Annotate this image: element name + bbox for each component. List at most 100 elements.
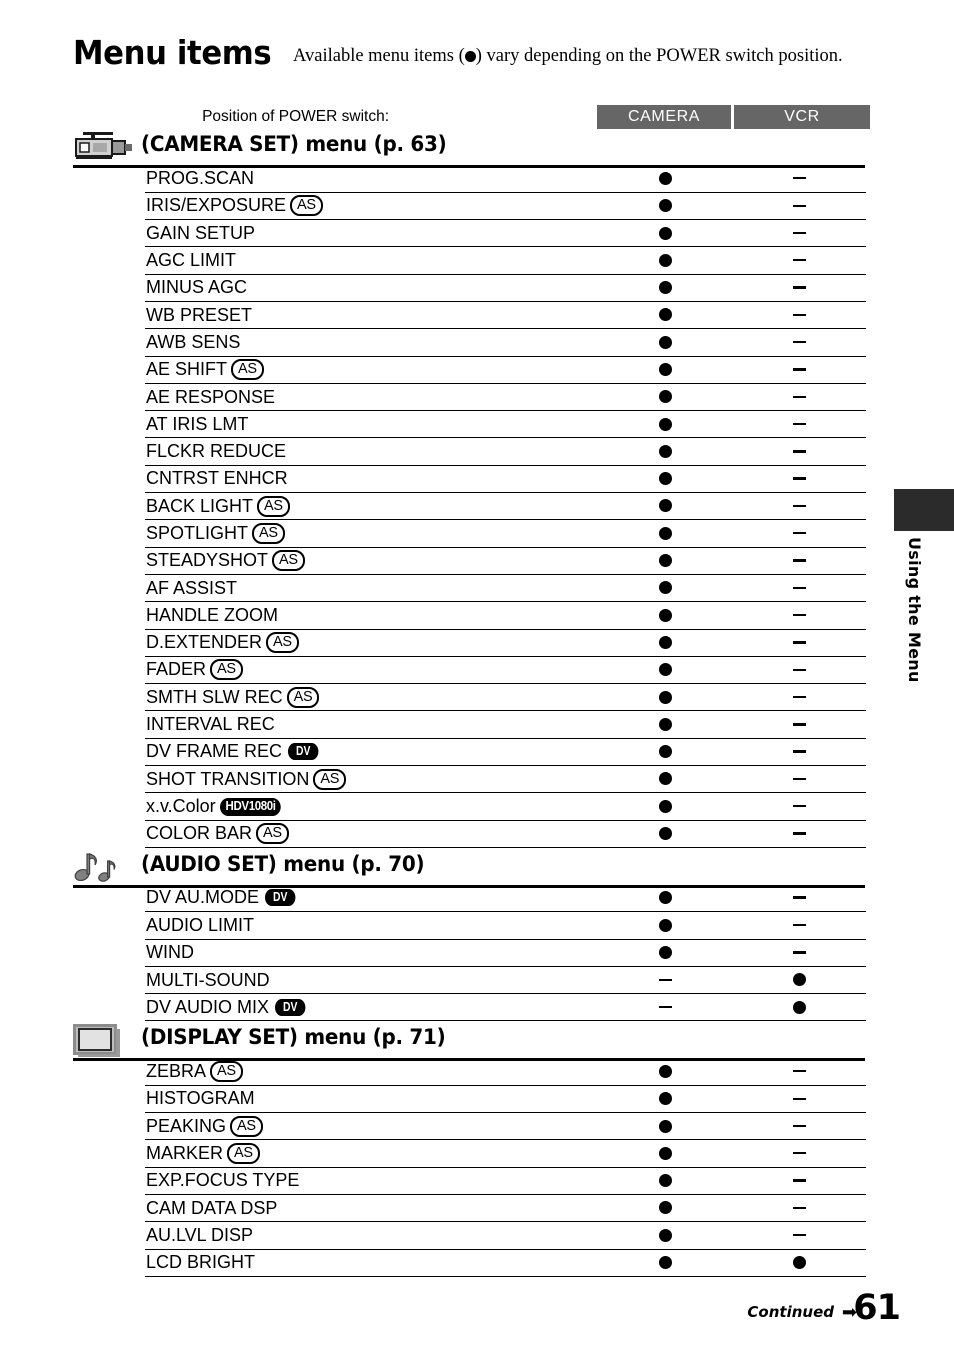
vcr-availability-cell [732, 492, 866, 521]
unavailable-dash-icon-vcr [792, 313, 806, 317]
table-row: DV AUDIO MIX DV [73, 993, 866, 1022]
table-row: INTERVAL REC [73, 710, 866, 739]
menu-item-label: WB PRESET [145, 301, 598, 330]
available-dot-icon-camera [658, 1092, 672, 1106]
vcr-availability-cell [732, 301, 866, 330]
vcr-availability-cell [732, 437, 866, 466]
row-indent [73, 939, 145, 966]
unavailable-dash-icon-vcr [792, 750, 806, 753]
section-heading-2: (DISPLAY SET) menu (p. 71) [73, 1024, 865, 1061]
vcr-availability-cell [732, 1221, 866, 1250]
menu-item-label: SHOT TRANSITION AS [145, 765, 598, 794]
available-dot-icon-camera [658, 499, 672, 513]
available-dot-icon-camera [658, 390, 672, 404]
table-row: AWB SENS [73, 328, 866, 357]
table-row: CAM DATA DSP [73, 1194, 866, 1223]
as-badge: AS [272, 550, 305, 572]
vcr-availability-cell [732, 328, 866, 357]
column-header-vcr: VCR [734, 105, 870, 129]
unavailable-dash-icon-vcr [792, 477, 806, 480]
available-dot-icon-camera [658, 1146, 672, 1160]
unavailable-dash-icon-vcr [792, 1097, 806, 1100]
available-dot-icon-camera [658, 772, 672, 786]
table-row: MINUS AGC [73, 274, 866, 302]
available-dot-icon-camera [658, 608, 672, 622]
unavailable-dash-icon-vcr [792, 832, 806, 835]
menu-item-label: x.v.Color HDV1080i [145, 792, 598, 821]
menu-item-label: AF ASSIST [145, 574, 598, 603]
page-footer: Continued ➡ 61 [600, 1289, 901, 1330]
camera-availability-cell [598, 993, 732, 1022]
menu-item-label: D.EXTENDER AS [145, 629, 598, 657]
available-dot-icon-camera [658, 199, 672, 213]
camera-availability-cell [598, 738, 732, 767]
menu-item-label: FLCKR REDUCE [145, 437, 598, 466]
side-tab-label: Using the Menu [905, 537, 924, 683]
as-badge: AS [256, 823, 289, 845]
unavailable-dash-icon-vcr [792, 286, 806, 289]
camera-availability-cell [598, 820, 732, 848]
table-row: STEADYSHOT AS [73, 547, 866, 575]
available-dot-icon-camera [658, 281, 672, 295]
dv-badge: DV [275, 998, 306, 1016]
table-row: PEAKING AS [73, 1112, 866, 1141]
menu-item-label: LCD BRIGHT [145, 1249, 598, 1277]
unavailable-dash-icon-vcr [792, 586, 806, 590]
menu-item-label: DV AU.MODE DV [145, 884, 598, 913]
available-dot-icon-camera [658, 663, 672, 677]
screen-icon [73, 1024, 120, 1057]
dv-badge: DV [265, 889, 296, 907]
intro-text-after: ) vary depending on the POWER switch pos… [475, 46, 843, 66]
menu-item-label: ZEBRA AS [145, 1058, 598, 1086]
menu-item-label: CNTRST ENHCR [145, 465, 598, 494]
as-badge: AS [210, 1060, 243, 1082]
unavailable-dash-icon-vcr [792, 1206, 806, 1210]
table-row: MULTI-SOUND [73, 966, 866, 995]
camera-availability-cell [598, 192, 732, 221]
vcr-availability-cell [732, 465, 866, 494]
vcr-availability-cell [732, 547, 866, 575]
available-dot-icon-camera [658, 827, 672, 841]
row-indent [73, 301, 145, 328]
camera-availability-cell [598, 219, 732, 248]
available-dot-icon-camera [658, 526, 672, 540]
row-indent [73, 711, 145, 738]
camera-availability-cell [598, 792, 732, 821]
row-indent [73, 356, 145, 383]
as-badge: AS [231, 359, 264, 381]
unavailable-dash-icon-vcr [792, 259, 806, 262]
available-dot-icon-vcr [792, 1000, 806, 1014]
row-indent [73, 192, 145, 219]
vcr-availability-cell [732, 274, 866, 302]
row-indent [73, 329, 145, 356]
table-row: CNTRST ENHCR [73, 465, 866, 494]
menu-item-label: GAIN SETUP [145, 219, 598, 248]
available-dot-icon-camera [658, 417, 672, 431]
row-indent [73, 738, 145, 765]
table-row: AE RESPONSE [73, 383, 866, 412]
music-notes-icon [74, 852, 116, 882]
menu-item-label: MINUS AGC [145, 274, 598, 302]
menu-item-label: AUDIO LIMIT [145, 911, 598, 940]
unavailable-dash-icon-vcr [792, 231, 806, 235]
unavailable-dash-icon-vcr [792, 1152, 806, 1155]
menu-item-label: INTERVAL REC [145, 710, 598, 739]
available-dot-icon-camera [658, 690, 672, 704]
as-badge: AS [227, 1143, 260, 1165]
music-notes-icon-wrap [73, 851, 125, 888]
menu-item-label: COLOR BAR AS [145, 820, 598, 848]
intro-paragraph: Available menu items () vary depending o… [293, 44, 868, 69]
unavailable-dash-icon-vcr [792, 532, 806, 535]
unavailable-dash-icon-vcr [792, 1069, 806, 1073]
unavailable-dash-icon-vcr [792, 668, 806, 671]
camcorder-icon [75, 132, 132, 159]
table-row: SPOTLIGHT AS [73, 519, 866, 548]
vcr-availability-cell [732, 656, 866, 685]
vcr-availability-cell [732, 1249, 866, 1277]
row-indent [73, 912, 145, 939]
camera-availability-cell [598, 465, 732, 494]
row-indent [73, 885, 145, 912]
table-row: FADER AS [73, 656, 866, 685]
menu-item-label: FADER AS [145, 656, 598, 685]
camera-availability-cell [598, 383, 732, 412]
